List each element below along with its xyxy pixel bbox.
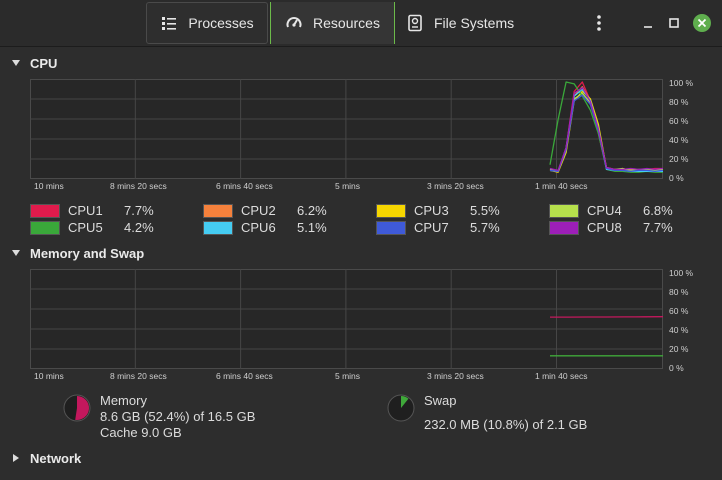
y-tick-label: 80 % (669, 97, 689, 107)
x-tick-label: 1 min 40 secs (535, 371, 588, 381)
swap-label: Swap (424, 393, 457, 408)
memory-chart-svg (30, 269, 663, 369)
maximize-icon[interactable] (664, 13, 684, 33)
legend-value: 5.5% (470, 203, 500, 218)
legend-label: CPU8 (587, 220, 622, 235)
series-line-cpu7 (549, 94, 663, 172)
legend-item-cpu5[interactable]: CPU5 4.2% (30, 219, 154, 236)
legend-value: 7.7% (124, 203, 154, 218)
legend-item-cpu6[interactable]: CPU6 5.1% (203, 219, 327, 236)
x-tick-label: 5 mins (335, 181, 361, 191)
legend-item-cpu1[interactable]: CPU1 7.7% (30, 202, 154, 219)
cpu-history-graph (30, 79, 663, 179)
color-swatch[interactable] (376, 203, 406, 218)
swap-pie-icon (387, 394, 415, 422)
legend-label: CPU7 (414, 220, 449, 235)
x-tick-label: 10 mins (34, 371, 64, 381)
tab-label: File Systems (434, 15, 515, 31)
chevron-right-icon (13, 454, 19, 462)
legend-label: CPU3 (414, 203, 449, 218)
swap-usage: 232.0 MB (10.8%) of 2.1 GB (424, 417, 588, 432)
y-tick-label: 100 % (669, 268, 694, 278)
close-icon[interactable] (692, 13, 712, 33)
y-tick-label: 100 % (669, 78, 694, 88)
y-tick-label: 60 % (669, 306, 689, 316)
legend-item-cpu2[interactable]: CPU2 6.2% (203, 202, 327, 219)
y-tick-label: 60 % (669, 116, 689, 126)
memory-pie-icon (63, 394, 91, 422)
tab-label: Processes (188, 15, 254, 31)
series-line-cpu8 (549, 86, 663, 172)
y-tick-label: 80 % (669, 287, 689, 297)
legend-value: 5.1% (297, 220, 327, 235)
color-swatch[interactable] (30, 220, 60, 235)
legend-label: CPU1 (68, 203, 103, 218)
legend-item-cpu4[interactable]: CPU4 6.8% (549, 202, 673, 219)
section-memory-header[interactable]: Memory and Swap (0, 243, 144, 263)
y-tick-label: 40 % (669, 135, 689, 145)
legend-value: 7.7% (643, 220, 673, 235)
header-bar: Processes Resources File Systems (0, 0, 722, 47)
color-swatch[interactable] (30, 203, 60, 218)
legend-item-cpu7[interactable]: CPU7 5.7% (376, 219, 500, 236)
memory-usage: 8.6 GB (52.4%) of 16.5 GB (100, 409, 256, 424)
memory-summary: Memory 8.6 GB (52.4%) of 16.5 GB Cache 9… (62, 393, 255, 441)
legend-value: 4.2% (124, 220, 154, 235)
section-title: CPU (30, 55, 58, 71)
list-icon (162, 17, 177, 30)
section-cpu-header[interactable]: CPU (0, 53, 57, 73)
x-tick-label: 3 mins 20 secs (427, 371, 484, 381)
series-line-cpu4 (549, 92, 663, 172)
cpu-chart-svg (30, 79, 663, 179)
legend-value: 5.7% (470, 220, 500, 235)
y-tick-label: 20 % (669, 344, 689, 354)
x-tick-label: 10 mins (34, 181, 64, 191)
chevron-down-icon (12, 60, 20, 66)
x-tick-label: 3 mins 20 secs (427, 181, 484, 191)
legend-value: 6.8% (643, 203, 673, 218)
legend-label: CPU5 (68, 220, 103, 235)
y-tick-label: 20 % (669, 154, 689, 164)
legend-label: CPU2 (241, 203, 276, 218)
tab-file-systems[interactable]: File Systems (396, 2, 526, 44)
legend-item-cpu3[interactable]: CPU3 5.5% (376, 202, 500, 219)
drive-icon (408, 14, 422, 32)
menu-icon[interactable] (590, 13, 608, 33)
memory-history-graph (30, 269, 663, 369)
legend-label: CPU4 (587, 203, 622, 218)
x-tick-label: 5 mins (335, 371, 361, 381)
x-tick-label: 8 mins 20 secs (110, 371, 167, 381)
x-tick-label: 6 mins 40 secs (216, 371, 273, 381)
chevron-down-icon (12, 250, 20, 256)
legend-value: 6.2% (297, 203, 327, 218)
tab-resources[interactable]: Resources (270, 2, 395, 44)
minimize-icon[interactable] (638, 13, 658, 33)
color-swatch[interactable] (376, 220, 406, 235)
tab-label: Resources (313, 15, 380, 31)
x-tick-label: 1 min 40 secs (535, 181, 588, 191)
x-tick-label: 8 mins 20 secs (110, 181, 167, 191)
memory-cache: Cache 9.0 GB (100, 425, 182, 440)
y-tick-label: 40 % (669, 325, 689, 335)
memory-label: Memory (100, 393, 147, 408)
x-tick-label: 6 mins 40 secs (216, 181, 273, 191)
legend-item-cpu8[interactable]: CPU8 7.7% (549, 219, 673, 236)
section-title: Memory and Swap (30, 245, 145, 261)
legend-label: CPU6 (241, 220, 276, 235)
series-line-cpu1 (549, 81, 663, 172)
y-tick-label: 0 % (669, 173, 684, 183)
gauge-icon (286, 17, 302, 28)
section-network-header[interactable]: Network (0, 448, 81, 468)
color-swatch[interactable] (549, 220, 579, 235)
color-swatch[interactable] (203, 203, 233, 218)
series-line-cpu3 (549, 90, 663, 173)
color-swatch[interactable] (549, 203, 579, 218)
color-swatch[interactable] (203, 220, 233, 235)
y-tick-label: 0 % (669, 363, 684, 373)
swap-summary: Swap 232.0 MB (10.8%) of 2.1 GB (386, 393, 587, 433)
section-title: Network (30, 450, 82, 466)
tab-processes[interactable]: Processes (146, 2, 268, 44)
